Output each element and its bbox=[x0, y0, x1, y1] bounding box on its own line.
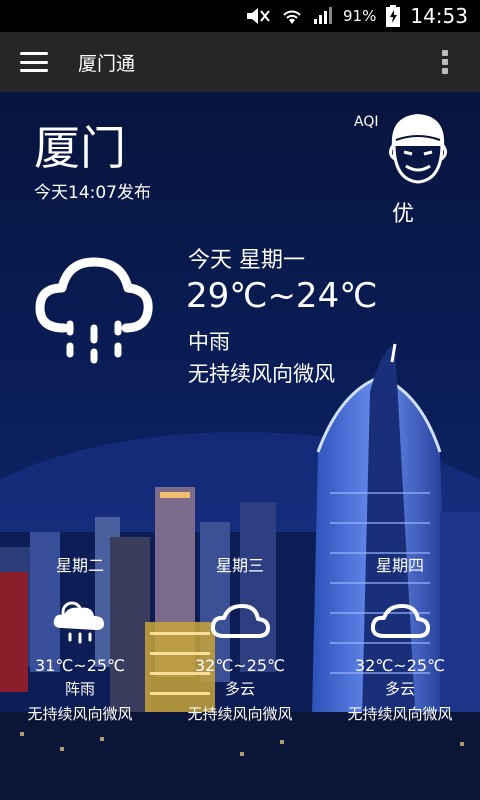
battery-percent: 91% bbox=[343, 7, 377, 25]
status-bar: 91% 14:53 bbox=[0, 0, 480, 32]
forecast-wind: 无持续风向微风 bbox=[187, 705, 293, 723]
forecast-day-card[interactable]: 星期三 32℃~25℃ 多云 无持续风向微风 bbox=[160, 548, 320, 724]
today-wind: 无持续风向微风 bbox=[188, 362, 335, 386]
more-vert-icon[interactable] bbox=[442, 50, 448, 74]
forecast-day-card[interactable]: 星期二 31℃~25℃ 阵雨 无持续风向微风 bbox=[0, 548, 160, 724]
clock: 14:53 bbox=[410, 4, 468, 28]
app-bar: 厦门通 bbox=[0, 32, 480, 92]
forecast-condition: 多云 bbox=[384, 680, 415, 698]
forecast-day: 星期二 bbox=[55, 556, 104, 575]
rain-cloud-icon bbox=[34, 254, 154, 370]
aqi-label: AQI bbox=[354, 114, 379, 130]
menu-icon[interactable] bbox=[20, 52, 48, 72]
cloud-icon bbox=[210, 604, 270, 638]
forecast-condition: 阵雨 bbox=[64, 680, 95, 698]
publish-time: 今天14:07发布 bbox=[34, 183, 151, 203]
wifi-icon bbox=[281, 7, 303, 25]
forecast-wind: 无持续风向微风 bbox=[347, 705, 453, 723]
forecast-list: 星期二 31℃~25℃ 阵雨 无持续风向微风 星期三 32℃~25℃ 多云 无持… bbox=[0, 548, 480, 723]
shower-cloud-icon bbox=[53, 601, 104, 644]
today-condition: 中雨 bbox=[188, 330, 230, 354]
cloud-icon bbox=[370, 604, 430, 638]
app-title: 厦门通 bbox=[78, 52, 136, 75]
today-day: 今天 星期一 bbox=[188, 248, 305, 273]
forecast-condition: 多云 bbox=[224, 680, 255, 698]
signal-icon bbox=[313, 7, 333, 25]
aqi-value: 优 bbox=[391, 202, 414, 227]
battery-charging-icon bbox=[386, 5, 401, 27]
today-temperature: 29℃~24℃ bbox=[186, 276, 378, 316]
forecast-temperature: 32℃~25℃ bbox=[194, 656, 286, 675]
forecast-wind: 无持续风向微风 bbox=[27, 705, 133, 723]
forecast-day: 星期四 bbox=[375, 556, 424, 575]
city-name: 厦门 bbox=[34, 121, 126, 175]
face-icon bbox=[386, 110, 450, 186]
forecast-day-card[interactable]: 星期四 32℃~25℃ 多云 无持续风向微风 bbox=[320, 548, 480, 724]
forecast-temperature: 31℃~25℃ bbox=[34, 656, 126, 675]
forecast-day: 星期三 bbox=[215, 556, 264, 575]
mute-icon bbox=[245, 7, 271, 25]
forecast-temperature: 32℃~25℃ bbox=[354, 656, 446, 675]
